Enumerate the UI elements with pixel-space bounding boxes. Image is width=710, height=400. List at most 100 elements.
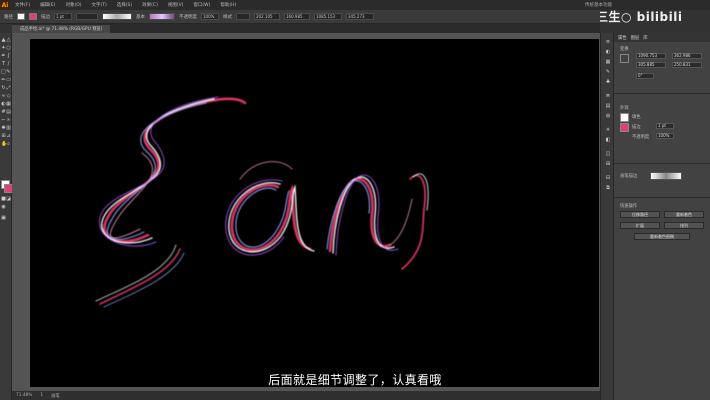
rotation-field[interactable]: 0° xyxy=(636,73,654,79)
paintbrush-tool-icon[interactable]: ✎ xyxy=(6,70,11,75)
arrange-button[interactable]: 排列 xyxy=(664,222,704,229)
perspective-grid-icon[interactable]: ▦ xyxy=(6,102,11,107)
menu-object[interactable]: 对象(O) xyxy=(60,2,86,8)
path-label: 路径 xyxy=(4,14,13,20)
divider xyxy=(614,163,710,164)
panel-icon-strip: ≡ ◐ ▦ ✎ ♣ ≣ ▤ ◍ ☀ ◧ ◫ ⊞ ⊟ ⧉ xyxy=(600,33,614,400)
blend-tool-icon[interactable]: ∞ xyxy=(6,118,11,123)
stroke-label: 描边 xyxy=(41,14,50,20)
panel-tabs: 属性 图层 库 xyxy=(614,33,710,42)
offset-path-button[interactable]: 位移路径 xyxy=(620,211,660,218)
w-field[interactable]: 1085.153 xyxy=(314,13,342,20)
brush-label: 基本 xyxy=(136,14,145,20)
transparency-icon[interactable]: ◍ xyxy=(605,113,611,119)
style-field[interactable] xyxy=(236,13,250,20)
app-logo: Ai xyxy=(0,0,10,10)
menu-select[interactable]: 选择(S) xyxy=(112,2,137,8)
free-transform-icon[interactable]: ◇ xyxy=(6,94,11,99)
artboard[interactable] xyxy=(30,39,599,387)
tab-properties[interactable]: 属性 xyxy=(618,35,627,41)
swatches-icon[interactable]: ▦ xyxy=(605,59,611,65)
transform-section-title: 变换 xyxy=(620,47,629,52)
document-tab[interactable]: 成品手绘.ai* @ 71.48% (RGB/GPU 预览) xyxy=(12,25,111,33)
divider xyxy=(614,93,710,94)
tab-layers[interactable]: 图层 xyxy=(631,35,640,41)
zoom-tool-icon[interactable]: ⌕ xyxy=(6,142,11,147)
expand-button[interactable]: 扩展 xyxy=(620,222,660,229)
fill-swatch-panel[interactable] xyxy=(620,113,629,122)
brush-definition[interactable] xyxy=(102,13,132,20)
menu-effect[interactable]: 效果(C) xyxy=(137,2,163,8)
status-bar: 71.48% 1 画笔 xyxy=(12,391,600,400)
gradient-panel-icon[interactable]: ▤ xyxy=(605,103,611,109)
h-field[interactable]: 345.273 xyxy=(346,13,374,20)
drawing-mode-icon[interactable]: ◉ xyxy=(1,205,6,210)
graphic-styles-icon[interactable]: ◧ xyxy=(605,137,611,143)
brush-section-title: 画笔描边 xyxy=(620,174,638,179)
transform-x-field[interactable]: 1090.753 xyxy=(636,53,666,59)
screen-mode-icon[interactable]: ▣ xyxy=(1,216,6,221)
stroke-weight-field[interactable]: 1 pt xyxy=(54,13,72,20)
document-tab-bar: 成品手绘.ai* @ 71.48% (RGB/GPU 预览) xyxy=(12,24,600,33)
divider xyxy=(614,197,710,198)
transform-w-field[interactable]: 362.986 xyxy=(672,53,702,59)
fill-swatch[interactable] xyxy=(17,13,25,20)
opacity-label: 不透明度 xyxy=(179,14,197,20)
scale-tool-icon[interactable]: ⤢ xyxy=(6,86,11,91)
fill-label: 填色 xyxy=(632,115,641,120)
color-icon[interactable]: ◐ xyxy=(605,49,611,55)
menu-file[interactable]: 文件(F) xyxy=(10,2,35,8)
properties-panel: 属性 图层 库 变换 1090.753 362.986 305.885 250.… xyxy=(614,33,710,400)
brushes-icon[interactable]: ✎ xyxy=(605,69,611,75)
stroke-panel-icon[interactable]: ≣ xyxy=(605,93,611,99)
direct-selection-tool-icon[interactable]: △ xyxy=(6,38,11,43)
control-bar: 路径 描边 1 pt 基本 不透明度 100% 样式 202.105 160.9… xyxy=(0,10,600,24)
gradient-tool-icon[interactable]: ▤ xyxy=(6,110,11,115)
x-field[interactable]: 202.105 xyxy=(254,13,280,20)
y-field[interactable]: 160.985 xyxy=(284,13,310,20)
properties-icon[interactable]: ≡ xyxy=(605,39,611,45)
opacity-label-panel: 不透明度 xyxy=(632,135,650,140)
menu-type[interactable]: 文字(T) xyxy=(87,2,112,8)
zoom-level[interactable]: 71.48% xyxy=(16,393,32,398)
brush-preview[interactable] xyxy=(149,13,175,20)
gradient-mode-icon[interactable]: ◪ xyxy=(6,197,11,202)
menu-window[interactable]: 窗口(W) xyxy=(188,2,215,8)
symbols-icon[interactable]: ♣ xyxy=(605,79,611,85)
eraser-tool-icon[interactable]: ▭ xyxy=(6,78,11,83)
style-label: 样式 xyxy=(223,14,232,20)
variable-width-profile[interactable] xyxy=(76,13,98,20)
artboard-number[interactable]: 1 xyxy=(40,393,43,398)
curvature-tool-icon[interactable]: ∫ xyxy=(6,54,11,59)
column-graph-icon[interactable]: ▥ xyxy=(6,126,11,131)
opacity-field[interactable]: 100% xyxy=(201,13,219,20)
line-tool-icon[interactable]: / xyxy=(6,62,11,67)
slice-tool-icon[interactable]: ⊿ xyxy=(6,134,11,139)
opacity-panel-field[interactable]: 100% xyxy=(656,133,674,139)
stroke-swatch-panel[interactable] xyxy=(620,123,629,132)
recolor-artwork-button[interactable]: 重新着色图稿 xyxy=(634,233,690,240)
stroke-label-panel: 描边 xyxy=(632,125,641,130)
reference-point-icon[interactable] xyxy=(620,54,629,63)
appearance-section-title: 外观 xyxy=(620,106,629,111)
quick-actions-title: 快速操作 xyxy=(620,204,638,209)
stroke-swatch[interactable] xyxy=(29,13,37,20)
menu-edit[interactable]: 编辑(E) xyxy=(35,2,60,8)
menu-view[interactable]: 视图(V) xyxy=(163,2,189,8)
menu-help[interactable]: 帮助(H) xyxy=(215,2,241,8)
recolor-button[interactable]: 重新着色 xyxy=(664,211,704,218)
current-tool: 画笔 xyxy=(51,393,60,399)
transform-y-field[interactable]: 305.885 xyxy=(636,62,666,68)
lasso-icon[interactable]: ○ xyxy=(6,46,11,51)
san-lettering-artwork[interactable] xyxy=(30,39,599,387)
layers-icon[interactable]: ◫ xyxy=(605,151,611,157)
tools-panel: ▲ △ ✦ ○ ✒ ∫ T / □ ✎ ✏ ▭ ↻ ⤢ ≈ ◇ ◐ ▦ # ▤ … xyxy=(0,33,13,400)
tab-libraries[interactable]: 库 xyxy=(643,35,647,41)
align-icon[interactable]: ⊟ xyxy=(605,175,611,181)
brush-stroke-preview[interactable] xyxy=(650,172,682,180)
artboards-icon[interactable]: ⊞ xyxy=(605,161,611,167)
appearance-icon[interactable]: ☀ xyxy=(605,127,611,133)
transform-h-field[interactable]: 250.831 xyxy=(672,62,702,68)
pathfinder-icon[interactable]: ⧉ xyxy=(605,185,611,191)
stroke-weight-panel-field[interactable]: 1 pt xyxy=(656,123,674,129)
